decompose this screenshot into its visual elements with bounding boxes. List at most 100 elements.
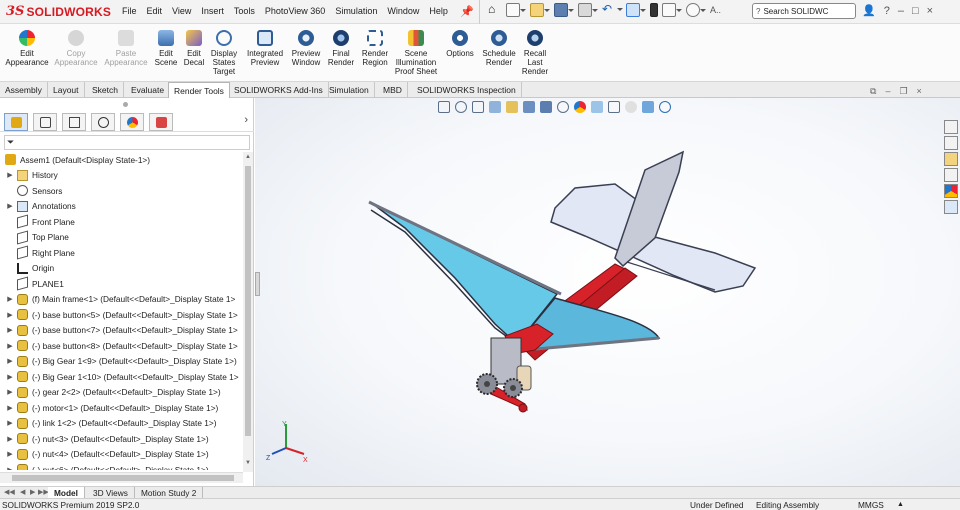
menu-photoview[interactable]: PhotoView 360 (265, 6, 325, 16)
menu-edit[interactable]: Edit (147, 6, 163, 16)
design-library-icon[interactable] (944, 136, 958, 150)
left-wing-membrane[interactable] (372, 203, 559, 346)
tree-item[interactable]: ▶ (f) Main frame<1> (Default<<Default>_Di… (6, 292, 235, 307)
search-box[interactable]: ? Search SOLIDWC (752, 3, 856, 19)
tree-item[interactable]: ▶ (-) nut<6> (Default<<Default>_Display S… (6, 462, 209, 470)
tree-item[interactable]: ▶ History (6, 168, 58, 183)
expand-arrow-icon[interactable]: ▶ (6, 311, 14, 319)
display-states-target-button[interactable]: Display States Target (208, 30, 240, 76)
resources-home-icon[interactable] (944, 120, 958, 134)
edit-decal-button[interactable]: Edit Decal (181, 30, 207, 67)
recall-last-render-button[interactable]: Recall Last Render (520, 30, 550, 76)
horizontal-scrollbar-thumb[interactable] (12, 475, 234, 481)
doc-close-icon[interactable]: × (917, 86, 922, 97)
view-settings-icon[interactable] (608, 101, 620, 113)
tree-item[interactable]: Sensors (6, 183, 62, 198)
doc-minimize-icon[interactable]: – (885, 86, 890, 97)
preview-window-button[interactable]: Preview Window (288, 30, 324, 67)
tile-window-icon[interactable]: ⧉ (870, 86, 876, 97)
appearances-scenes-icon[interactable] (944, 184, 958, 198)
print-icon[interactable] (578, 3, 598, 17)
tab-cam[interactable] (149, 112, 173, 131)
ornithopter-model[interactable] (255, 98, 960, 486)
expand-arrow-icon[interactable]: ▶ (6, 419, 14, 427)
view-palette-icon[interactable] (944, 168, 958, 182)
illumination-proof-sheet-button[interactable]: Scene Illumination Proof Sheet (393, 30, 439, 76)
expand-arrow-icon[interactable]: ▶ (6, 450, 14, 458)
section-view-icon[interactable] (489, 101, 501, 113)
edit-appearance-hud-icon[interactable] (574, 101, 586, 113)
tree-item[interactable]: Top Plane (6, 230, 69, 245)
chevron-right-icon[interactable]: › (244, 114, 248, 126)
expand-arrow-icon[interactable]: ▶ (6, 435, 14, 443)
expand-arrow-icon[interactable]: ▶ (6, 326, 14, 334)
units-selector[interactable]: MMGS (858, 500, 884, 510)
schedule-render-button[interactable]: Schedule Render (480, 30, 518, 67)
scroll-up-icon[interactable]: ▲ (245, 154, 251, 160)
tree-root-assembly[interactable]: Assem1 (Default<Display State-1>) (0, 152, 150, 167)
tree-item[interactable]: ▶ (-) motor<1> (Default<<Default>_Display… (6, 400, 218, 415)
open-folder-icon[interactable] (530, 3, 550, 17)
help-icon[interactable]: ? (884, 5, 890, 17)
tree-horizontal-scrollbar[interactable] (0, 472, 243, 483)
solidworks-logo[interactable]: 3S SOLIDWORKS (6, 4, 111, 19)
tab-render-tools[interactable]: Render Tools (168, 82, 230, 99)
next-tab-icon[interactable]: ▶ (30, 488, 35, 496)
tree-vertical-scrollbar[interactable]: ▲ ▼ (243, 152, 253, 472)
dynamic-annotation-icon[interactable] (506, 101, 518, 113)
tree-item[interactable]: ▶ (-) base button<7> (Default<<Default>_D… (6, 323, 238, 338)
menu-file[interactable]: File (122, 6, 137, 16)
options-gear-icon[interactable] (686, 3, 706, 17)
tree-item[interactable]: ▶ (-) nut<3> (Default<<Default>_Display S… (6, 431, 209, 446)
filter-funnel-icon[interactable]: ⏷ (7, 137, 14, 148)
new-document-icon[interactable] (506, 3, 526, 17)
realview-icon[interactable] (625, 101, 637, 113)
tree-item[interactable]: ▶ (-) Big Gear 1<10> (Default<<Default>_D… (6, 369, 239, 384)
tab-solidworks-inspection[interactable]: SOLIDWORKS Inspection (412, 82, 522, 98)
doc-restore-icon[interactable]: ❐ (899, 86, 907, 97)
expand-arrow-icon[interactable]: ▶ (6, 295, 14, 303)
expand-arrow-icon[interactable]: ▶ (6, 202, 14, 210)
expand-arrow-icon[interactable]: ▶ (6, 342, 14, 350)
close-window-icon[interactable]: × (927, 5, 933, 17)
tab-feature-tree[interactable] (4, 112, 28, 131)
expand-arrow-icon[interactable]: ▶ (6, 357, 14, 365)
tree-item[interactable]: Origin (6, 261, 54, 276)
render-region-button[interactable]: Render Region (358, 30, 392, 67)
overflow-ellipsis-icon[interactable]: A.. (710, 5, 721, 15)
tab-mbd[interactable]: MBD (378, 82, 408, 98)
zoom-area-icon[interactable] (455, 101, 467, 113)
file-explorer-icon[interactable] (944, 152, 958, 166)
zoom-to-fit-icon[interactable] (438, 101, 450, 113)
menu-tools[interactable]: Tools (234, 6, 255, 16)
minimize-window-icon[interactable]: – (898, 5, 904, 17)
home-icon[interactable]: ⌂ (488, 3, 502, 17)
tab-assembly[interactable]: Assembly (0, 82, 48, 98)
tree-item[interactable]: ▶ Annotations (6, 199, 76, 214)
expand-arrow-icon[interactable]: ▶ (6, 404, 14, 412)
expand-arrow-icon[interactable]: ▶ (6, 388, 14, 396)
paste-appearance-button[interactable]: Paste Appearance (102, 30, 150, 67)
tree-item[interactable]: Right Plane (6, 245, 75, 260)
copy-appearance-button[interactable]: Copy Appearance (52, 30, 100, 67)
final-render-button[interactable]: Final Render (326, 30, 356, 67)
first-tab-icon[interactable]: ◀◀ (4, 488, 15, 496)
tree-item[interactable]: PLANE1 (6, 276, 64, 291)
expand-arrow-icon[interactable]: ▶ (6, 373, 14, 381)
select-cursor-icon[interactable] (626, 3, 646, 17)
options-button[interactable]: Options (443, 30, 477, 58)
file-properties-icon[interactable] (662, 3, 682, 17)
undo-icon[interactable]: ↶ (602, 3, 623, 17)
tree-item[interactable]: ▶ (-) gear 2<2> (Default<<Default>_Displa… (6, 385, 221, 400)
tab-layout[interactable]: Layout (48, 82, 85, 98)
tree-item[interactable]: ▶ (-) base button<5> (Default<<Default>_D… (6, 307, 238, 322)
hide-show-items-icon[interactable] (557, 101, 569, 113)
save-icon[interactable] (554, 3, 574, 17)
tab-configuration-manager[interactable] (62, 112, 86, 131)
tab-sketch[interactable]: Sketch (87, 82, 124, 98)
panel-grip-dot[interactable] (123, 102, 128, 107)
tree-filter-field[interactable]: ⏷ (4, 135, 250, 150)
tab-display-manager[interactable] (120, 112, 144, 131)
tree-item[interactable]: ▶ (-) link 1<2> (Default<<Default>_Displa… (6, 416, 216, 431)
menu-view[interactable]: View (172, 6, 191, 16)
